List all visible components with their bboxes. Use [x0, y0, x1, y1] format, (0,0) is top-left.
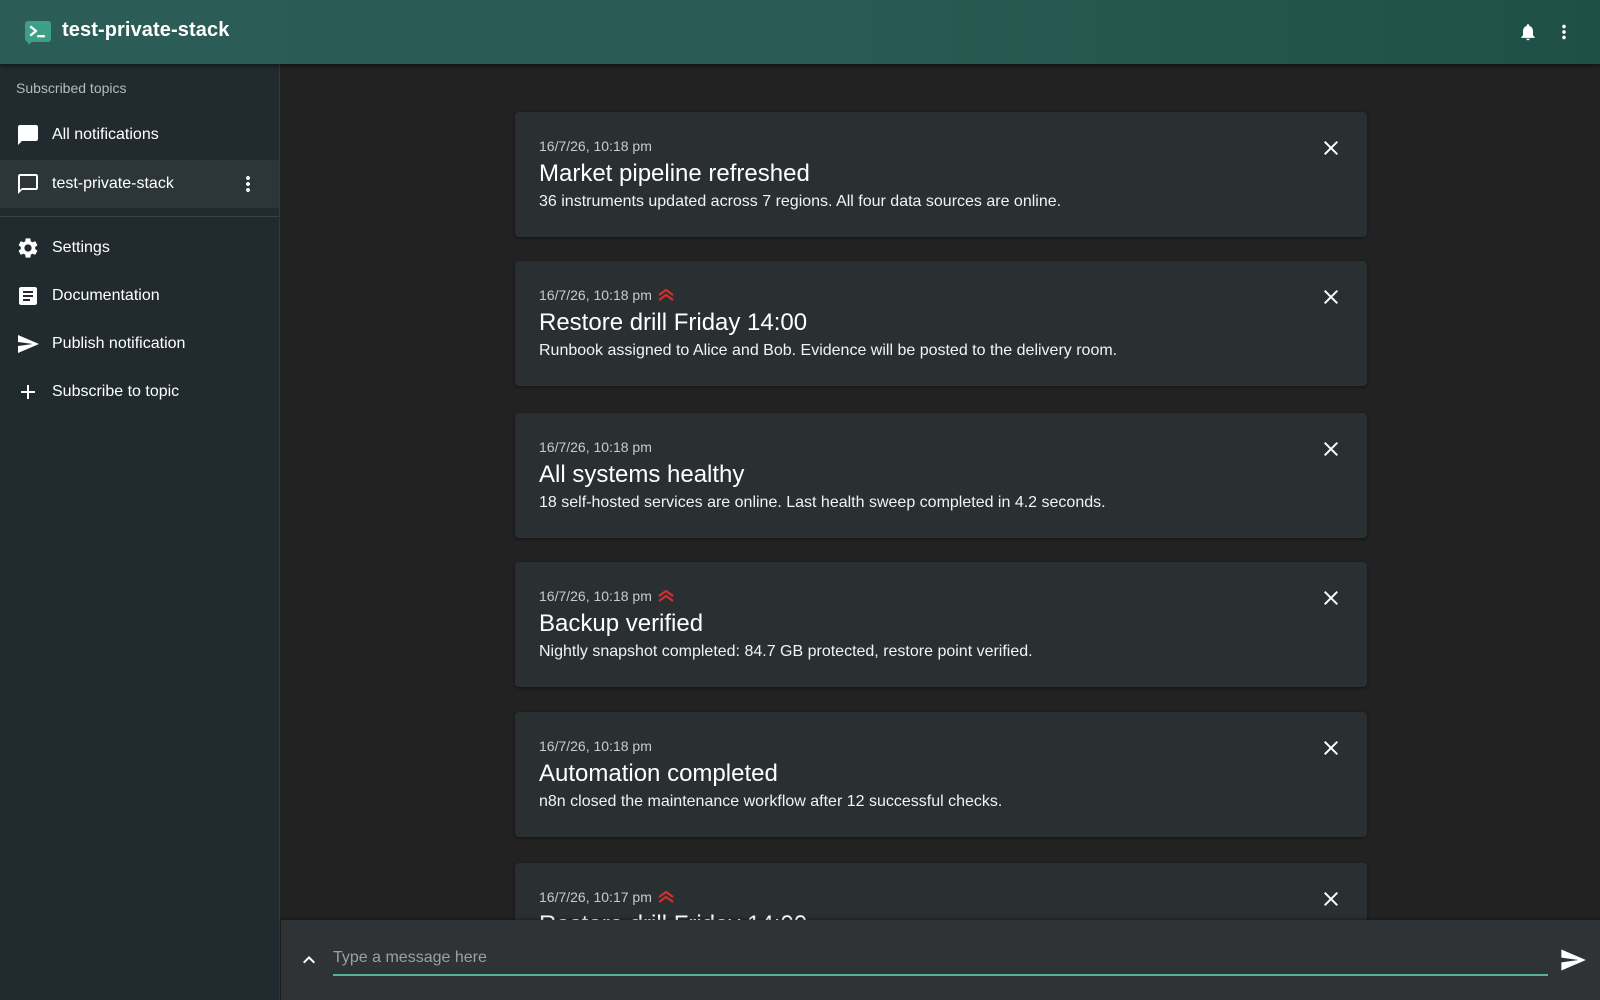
notification-card: 16/7/26, 10:18 pm Market pipeline refres… [515, 112, 1367, 237]
chat-bubble-outline-icon [18, 174, 38, 194]
notification-timestamp: 16/7/26, 10:18 pm [539, 439, 652, 455]
notification-message: Runbook assigned to Alice and Bob. Evide… [539, 342, 1118, 359]
sidebar-item-label: test-private-stack [52, 175, 174, 192]
notification-title: Market pipeline refreshed [539, 160, 810, 187]
app-bar: test-private-stack [0, 0, 1600, 64]
notifications-bell-button[interactable] [1512, 16, 1544, 48]
send-icon[interactable] [1559, 946, 1587, 974]
notification-title: Backup verified [539, 610, 704, 637]
sidebar: Subscribed topics All notifications test… [0, 64, 280, 1000]
sidebar-item-publish-notification[interactable]: Publish notification [0, 320, 279, 368]
notification-timestamp: 16/7/26, 10:18 pm [539, 738, 652, 754]
plus-icon [21, 385, 35, 399]
sidebar-item-documentation[interactable]: Documentation [0, 272, 279, 320]
more-vertical-icon [1562, 24, 1566, 40]
message-input[interactable] [333, 934, 1548, 976]
notification-title: Restore drill Friday 14:00 [539, 309, 808, 336]
close-icon[interactable] [1319, 136, 1343, 160]
close-icon[interactable] [1319, 736, 1343, 760]
sidebar-divider [0, 216, 279, 217]
sidebar-item-label: Settings [52, 239, 110, 256]
notification-timestamp: 16/7/26, 10:18 pm [539, 588, 675, 604]
notification-message: 18 self-hosted services are online. Last… [539, 494, 1106, 511]
notification-title: Automation completed [539, 760, 778, 787]
sidebar-item-test-private-stack[interactable]: test-private-stack [0, 160, 279, 208]
sidebar-item-label: Publish notification [52, 335, 186, 352]
article-icon [19, 287, 37, 305]
sidebar-item-subscribe-to-topic[interactable]: Subscribe to topic [0, 368, 279, 416]
notification-card: 16/7/26, 10:18 pm All systems healthy 18… [515, 413, 1367, 538]
notification-timestamp: 16/7/26, 10:18 pm [539, 138, 652, 154]
high-priority-icon [658, 890, 674, 903]
close-icon[interactable] [1319, 887, 1343, 911]
chat-bubble-icon [18, 125, 38, 145]
chevron-up-icon[interactable] [297, 948, 321, 972]
notification-message: Nightly snapshot completed: 84.7 GB prot… [539, 643, 1033, 660]
high-priority-icon [658, 288, 674, 301]
high-priority-icon [658, 589, 674, 602]
bell-icon [1521, 24, 1535, 41]
app-title: test-private-stack [62, 19, 230, 41]
notification-message: n8n closed the maintenance workflow afte… [539, 793, 1003, 810]
subscribed-topics-heading: Subscribed topics [16, 80, 127, 96]
gear-icon [18, 238, 38, 258]
sidebar-item-settings[interactable]: Settings [0, 224, 279, 272]
notification-list: 16/7/26, 10:18 pm Market pipeline refres… [281, 64, 1600, 920]
notification-timestamp: 16/7/26, 10:18 pm [539, 287, 675, 303]
close-icon[interactable] [1319, 285, 1343, 309]
notification-card: 16/7/26, 10:18 pm Automation completed n… [515, 712, 1367, 837]
notification-title: Restore drill Friday 14:00 [539, 911, 807, 920]
notification-message: 36 instruments updated across 7 regions.… [539, 193, 1062, 210]
notification-title: All systems healthy [539, 461, 745, 488]
app-logo-icon [25, 21, 51, 45]
more-menu-button[interactable] [1548, 16, 1580, 48]
notification-timestamp: 16/7/26, 10:17 pm [539, 889, 675, 905]
message-composer [281, 920, 1600, 1000]
notification-card: 16/7/26, 10:18 pm Restore drill Friday 1… [515, 261, 1367, 386]
sidebar-item-label: Subscribe to topic [52, 383, 180, 400]
close-icon[interactable] [1319, 437, 1343, 461]
notification-card: 16/7/26, 10:17 pm Restore drill Friday 1… [515, 863, 1367, 920]
sidebar-item-label: All notifications [52, 126, 159, 143]
topic-more-icon[interactable] [236, 172, 260, 196]
send-icon [18, 335, 39, 353]
close-icon[interactable] [1319, 586, 1343, 610]
sidebar-item-label: Documentation [52, 287, 160, 304]
notification-card: 16/7/26, 10:18 pm Backup verified Nightl… [515, 562, 1367, 687]
sidebar-item-all-notifications[interactable]: All notifications [0, 111, 279, 159]
